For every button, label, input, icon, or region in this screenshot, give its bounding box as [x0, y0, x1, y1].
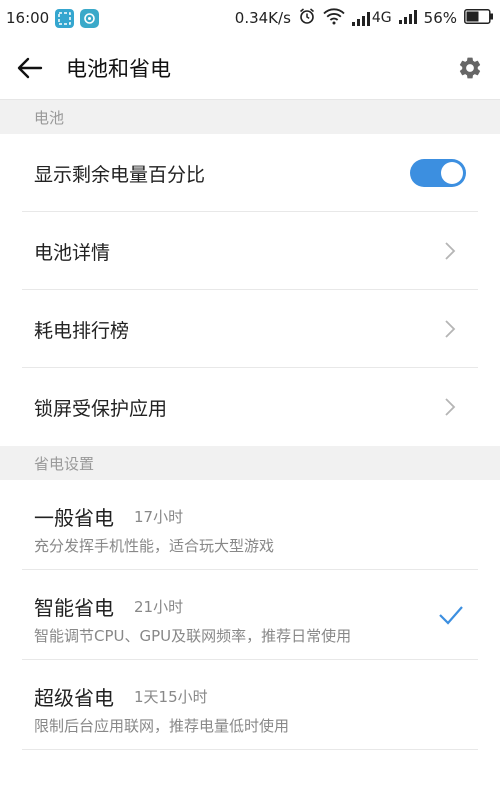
battery-details-row[interactable]: 电池详情 [0, 212, 500, 290]
power-mode-smart[interactable]: 智能省电 21小时 智能调节CPU、GPU及联网频率，推荐日常使用 [0, 570, 500, 660]
power-mode-super[interactable]: 超级省电 1天15小时 限制后台应用联网，推荐电量低时使用 [0, 660, 500, 750]
wifi-icon [323, 7, 345, 29]
mode-description: 充分发挥手机性能，适合玩大型游戏 [34, 537, 275, 555]
signal-2-icon [398, 9, 417, 28]
row-label: 耗电排行榜 [34, 319, 130, 342]
mode-duration: 17小时 [134, 508, 184, 526]
row-label: 显示剩余电量百分比 [34, 163, 206, 186]
alarm-icon [298, 7, 316, 29]
power-mode-normal[interactable]: 一般省电 17小时 充分发挥手机性能，适合玩大型游戏 [0, 480, 500, 570]
mode-title: 智能省电 [34, 596, 114, 620]
gear-icon [459, 57, 481, 78]
status-time: 16:00 [6, 9, 50, 27]
status-bar: 16:00 0.34K/s 4G 56% [0, 0, 500, 36]
chevron-right-icon [445, 242, 456, 260]
app-bar: 电池和省电 [0, 36, 500, 100]
battery-percentage-toggle[interactable] [410, 159, 466, 187]
mode-description: 智能调节CPU、GPU及联网频率，推荐日常使用 [34, 627, 352, 645]
section-header-power-saving: 省电设置 [0, 446, 500, 480]
battery-icon [464, 8, 494, 28]
row-label: 锁屏受保护应用 [34, 397, 168, 420]
divider [22, 749, 478, 750]
chevron-right-icon [445, 398, 456, 416]
mode-duration: 21小时 [134, 598, 184, 616]
section-header-battery: 电池 [0, 100, 500, 134]
back-arrow-icon [17, 57, 43, 78]
row-label: 电池详情 [34, 241, 111, 264]
mode-duration: 1天15小时 [134, 688, 208, 706]
mode-title: 超级省电 [34, 686, 114, 710]
screenshot-app-icon [55, 8, 75, 28]
power-ranking-row[interactable]: 耗电排行榜 [0, 290, 500, 368]
page-title: 电池和省电 [66, 56, 171, 81]
network-type: 4G [371, 10, 392, 26]
signal-icon: 4G [351, 10, 392, 26]
mode-title: 一般省电 [34, 506, 114, 530]
battery-percentage-row[interactable]: 显示剩余电量百分比 [0, 134, 500, 212]
back-button[interactable] [0, 36, 60, 100]
chevron-right-icon [445, 320, 456, 338]
checkmark-icon [439, 606, 463, 625]
toggle-knob [441, 162, 463, 184]
assistant-app-icon [80, 8, 100, 28]
settings-button[interactable] [440, 36, 500, 100]
battery-percent: 56% [423, 9, 457, 27]
network-speed: 0.34K/s [234, 9, 291, 27]
protected-apps-row[interactable]: 锁屏受保护应用 [0, 368, 500, 446]
mode-description: 限制后台应用联网，推荐电量低时使用 [34, 717, 290, 735]
